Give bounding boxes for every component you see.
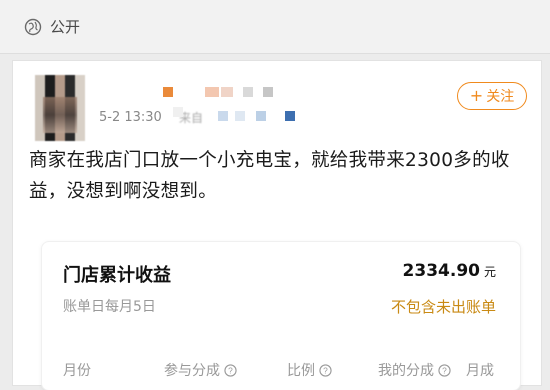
billing-day: 账单日每月5日 [63, 299, 156, 315]
col-monthly-label: 月成 [466, 363, 494, 379]
col-ratio-label: 比例 [287, 363, 315, 379]
post-card: 5-2 13:30 来自 + 关注 商家在我店门口放一个小充电宝，就给我带来23… [12, 60, 542, 390]
col-my-share: 我的分成 ? [378, 360, 451, 380]
col-month-label: 月份 [63, 363, 91, 379]
col-ratio: 比例 ? [287, 360, 332, 380]
earnings-unit: 元 [483, 265, 496, 279]
earnings-card[interactable]: 门店累计收益 2334.90 元 账单日每月5日 不包含未出账单 月份 参与分成 … [41, 241, 521, 390]
follow-label: 关注 [486, 89, 515, 105]
visibility-bar: 公开 [0, 0, 550, 54]
help-icon[interactable]: ? [224, 363, 237, 377]
post-time: 5-2 13:30 [99, 110, 162, 125]
col-participate: 参与分成 ? [164, 360, 237, 380]
col-month: 月份 [63, 360, 91, 380]
globe-icon [24, 18, 42, 35]
visibility-label: 公开 [50, 18, 81, 36]
plus-icon: + [469, 86, 484, 105]
earnings-amount: 2334.90 元 [403, 261, 496, 281]
username-blurred[interactable] [163, 87, 303, 99]
help-icon[interactable]: ? [438, 363, 451, 377]
follow-button[interactable]: + 关注 [457, 82, 527, 110]
earnings-amount-value: 2334.90 [402, 261, 480, 281]
svg-text:?: ? [323, 365, 328, 375]
help-icon[interactable]: ? [319, 363, 332, 377]
excluded-note[interactable]: 不包含未出账单 [391, 296, 496, 317]
col-participate-label: 参与分成 [164, 363, 220, 379]
col-my-share-label: 我的分成 [378, 363, 434, 379]
col-monthly: 月成 [466, 360, 494, 380]
svg-text:?: ? [228, 365, 233, 375]
earnings-title: 门店累计收益 [63, 265, 171, 286]
avatar[interactable] [35, 75, 85, 141]
svg-text:?: ? [442, 365, 447, 375]
post-body: 商家在我店门口放一个小充电宝，就给我带来2300多的收益，没想到啊没想到。 [29, 150, 510, 202]
